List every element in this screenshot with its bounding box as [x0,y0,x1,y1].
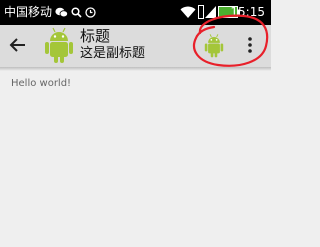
android-logo-icon [45,27,73,63]
status-time: 15:15 [230,5,265,19]
back-arrow-icon[interactable] [7,34,29,56]
wechat-icon [55,7,68,18]
carrier-name: 中国移动 [4,5,53,19]
wifi-icon [180,6,196,18]
hello-text: Hello world! [11,78,72,89]
toolbar-subtitle: 这是副标题 [80,46,146,61]
toolbar-title: 标题 [80,27,111,45]
clock-icon [85,7,96,18]
android-action-icon[interactable] [204,33,224,58]
signal-icon [205,6,216,18]
search-icon [71,7,82,18]
toolbar-shadow [0,67,271,71]
status-bar: 中国移动 15:15 [0,0,271,25]
overflow-menu-icon[interactable] [243,35,257,55]
